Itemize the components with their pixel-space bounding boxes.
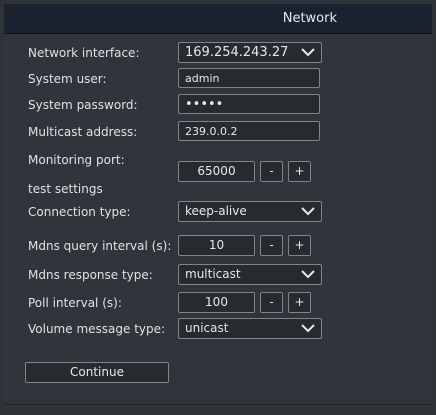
network-interface-label: Network interface: <box>28 46 140 60</box>
system-user-input[interactable]: admin <box>178 68 320 88</box>
mdns-query-interval-label: Mdns query interval (s): <box>28 239 172 253</box>
poll-interval-increment-button[interactable]: + <box>288 292 311 313</box>
divider <box>4 404 432 405</box>
volume-message-type-label: Volume message type: <box>28 322 166 336</box>
network-window: Network Network interface: 169.254.243.2… <box>4 4 432 411</box>
system-user-row: System user: admin <box>28 68 418 92</box>
test-settings-row: test settings <box>28 178 418 202</box>
multicast-address-input[interactable]: 239.0.0.2 <box>178 121 320 141</box>
mdns-response-type-row: Mdns response type: multicast <box>28 264 418 288</box>
chevron-down-icon <box>301 48 315 57</box>
connection-type-select[interactable]: keep-alive <box>178 201 322 222</box>
mdns-query-interval-row: Mdns query interval (s): 10 - + <box>28 235 418 259</box>
system-password-label: System password: <box>28 98 138 112</box>
connection-type-label: Connection type: <box>28 205 131 219</box>
chevron-down-icon <box>301 270 315 279</box>
poll-interval-stepper: 100 - + <box>178 292 320 313</box>
system-password-input[interactable]: ••••• <box>178 94 320 114</box>
poll-interval-value[interactable]: 100 <box>178 292 255 313</box>
mdns-query-interval-value[interactable]: 10 <box>178 235 255 256</box>
multicast-address-row: Multicast address: 239.0.0.2 <box>28 121 418 145</box>
mdns-response-type-select[interactable]: multicast <box>178 264 322 285</box>
network-interface-value: 169.254.243.27 <box>185 45 289 60</box>
mdns-response-type-label: Mdns response type: <box>28 268 153 282</box>
mdns-response-type-value: multicast <box>185 267 241 281</box>
mdns-query-interval-increment-button[interactable]: + <box>288 235 311 256</box>
volume-message-type-select[interactable]: unicast <box>178 318 322 339</box>
mdns-query-interval-stepper: 10 - + <box>178 235 320 256</box>
poll-interval-row: Poll interval (s): 100 - + <box>28 292 418 316</box>
poll-interval-label: Poll interval (s): <box>28 296 122 310</box>
titlebar: Network <box>4 4 432 34</box>
mdns-query-interval-decrement-button[interactable]: - <box>260 235 283 256</box>
chevron-down-icon <box>301 207 315 216</box>
connection-type-row: Connection type: keep-alive <box>28 201 418 225</box>
network-interface-select[interactable]: 169.254.243.27 <box>178 42 322 63</box>
system-user-label: System user: <box>28 72 107 86</box>
connection-type-value: keep-alive <box>185 204 247 218</box>
system-password-row: System password: ••••• <box>28 94 418 118</box>
volume-message-type-row: Volume message type: unicast <box>28 318 418 342</box>
continue-button[interactable]: Continue <box>25 362 169 383</box>
poll-interval-decrement-button[interactable]: - <box>260 292 283 313</box>
monitoring-port-label: Monitoring port: <box>28 153 125 167</box>
chevron-down-icon <box>301 324 315 333</box>
network-interface-row: Network interface: 169.254.243.27 <box>28 42 418 66</box>
test-settings-label: test settings <box>28 182 103 196</box>
window-title: Network <box>282 11 337 26</box>
monitoring-port-row: Monitoring port: 65000 - + <box>28 149 418 182</box>
multicast-address-label: Multicast address: <box>28 125 138 139</box>
volume-message-type-value: unicast <box>185 321 229 335</box>
